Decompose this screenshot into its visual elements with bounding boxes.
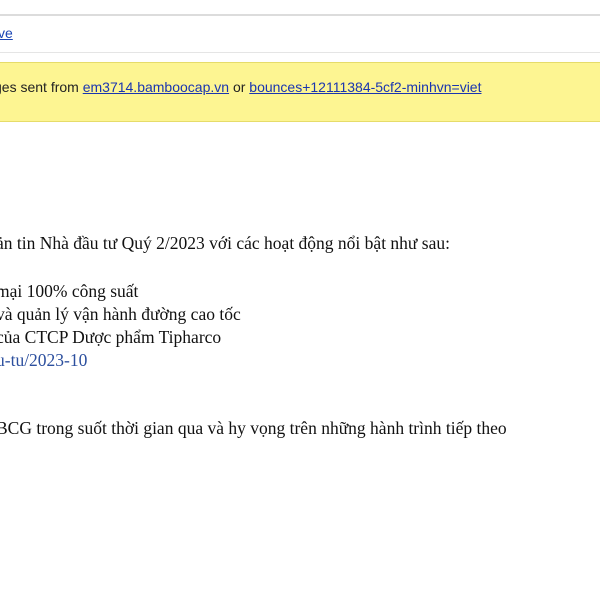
email-body: ản tin Nhà đầu tư Quý 2/2023 với các hoạ…	[0, 0, 600, 600]
bullet-item: và quản lý vận hành đường cao tốc	[0, 304, 241, 324]
newsletter-link[interactable]: u-tu/2023-10	[0, 350, 87, 370]
bullet-item: mại 100% công suất	[0, 281, 139, 301]
closing-line: BCG trong suốt thời gian qua và hy vọng …	[0, 418, 507, 438]
bullet-item: của CTCP Dược phẩm Tipharco	[0, 327, 222, 347]
intro-line: ản tin Nhà đầu tư Quý 2/2023 với các hoạ…	[0, 233, 450, 253]
